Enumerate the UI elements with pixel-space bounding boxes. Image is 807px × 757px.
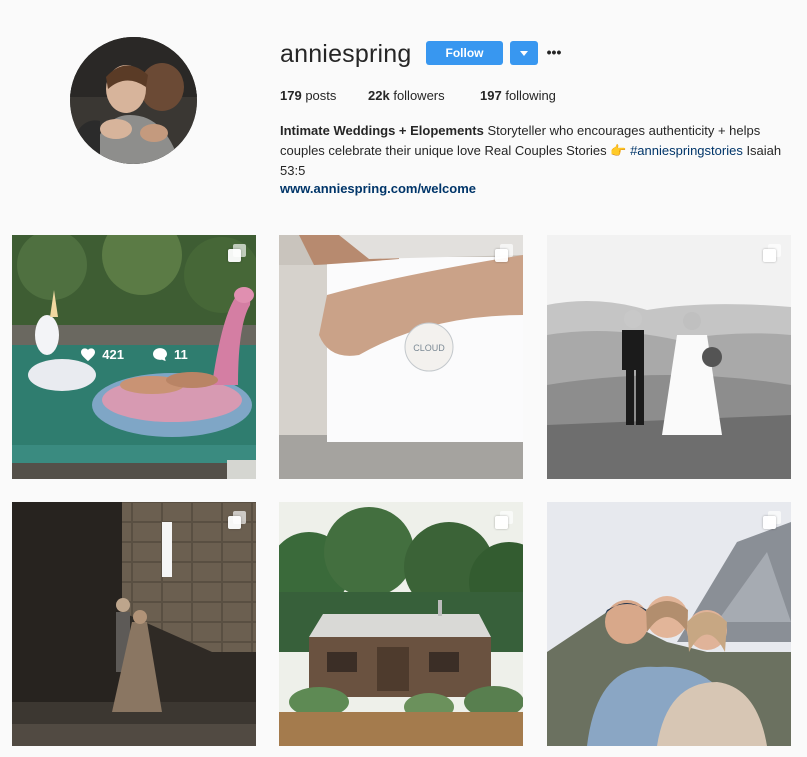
stone-wall-couple-photo xyxy=(12,502,256,746)
svg-text:CLOUD: CLOUD xyxy=(413,343,445,353)
bio-hashtag[interactable]: #anniespringstories xyxy=(630,143,743,158)
comments-stat: 11 xyxy=(152,347,188,362)
post-hover-stats: 421 11 xyxy=(12,347,256,362)
posts-count: 179 xyxy=(280,88,302,103)
following-stat[interactable]: 197 following xyxy=(480,88,556,103)
multiple-photos-icon xyxy=(763,244,781,262)
suggestions-dropdown-button[interactable] xyxy=(510,41,538,65)
post-thumbnail-3[interactable] xyxy=(547,235,791,479)
posts-label: posts xyxy=(305,88,337,103)
post-thumbnail-6[interactable] xyxy=(547,502,791,746)
bio-website-link[interactable]: www.anniespring.com/welcome xyxy=(280,181,476,196)
multiple-photos-icon xyxy=(495,244,513,262)
likes-count: 421 xyxy=(102,347,124,362)
post-thumbnail-2[interactable]: CLOUD xyxy=(279,235,523,479)
comments-count: 11 xyxy=(173,347,188,362)
multiple-photos-icon xyxy=(763,511,781,529)
followers-label: followers xyxy=(393,88,445,103)
multiple-photos-icon xyxy=(228,244,246,262)
followers-count: 22k xyxy=(368,88,390,103)
post-thumbnail-5[interactable] xyxy=(279,502,523,746)
friends-hugging-photo xyxy=(547,502,791,746)
followers-stat[interactable]: 22k followers xyxy=(368,88,445,103)
pointing-hand-emoji: 👉 xyxy=(610,143,627,158)
multiple-photos-icon xyxy=(228,511,246,529)
following-count: 197 xyxy=(480,88,502,103)
post-thumbnail-1[interactable]: 421 11 xyxy=(12,235,256,479)
profile-username: anniespring xyxy=(280,40,412,68)
chevron-down-icon xyxy=(520,50,528,56)
profile-avatar[interactable] xyxy=(70,37,197,164)
more-options-icon[interactable]: ••• xyxy=(546,44,562,60)
profile-bio: Intimate Weddings + Elopements Storytell… xyxy=(280,121,800,181)
comment-icon xyxy=(152,348,167,362)
follow-button[interactable]: Follow xyxy=(426,41,503,65)
multiple-photos-icon xyxy=(495,511,513,529)
posts-stat: 179 posts xyxy=(280,88,336,103)
avatar-image xyxy=(70,37,197,164)
following-label: following xyxy=(505,88,556,103)
post-thumbnail-4[interactable] xyxy=(12,502,256,746)
likes-stat: 421 xyxy=(80,347,124,362)
cabin-in-woods-photo xyxy=(279,502,523,746)
album-hands-photo: CLOUD xyxy=(279,235,523,479)
couple-meadow-photo xyxy=(547,235,791,479)
heart-icon xyxy=(81,348,96,362)
bio-name: Intimate Weddings + Elopements xyxy=(280,123,484,138)
